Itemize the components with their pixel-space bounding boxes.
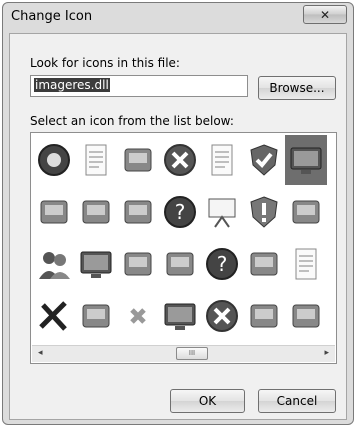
partial-computer-icon <box>329 193 337 231</box>
icon-grid: ?? <box>33 135 337 343</box>
picture-frame-icon[interactable] <box>159 239 201 289</box>
scanner-printer-icon[interactable] <box>75 187 117 237</box>
monitor-eclipse-icon <box>164 303 196 330</box>
control-panel-icon <box>40 200 68 224</box>
media-music-icon[interactable] <box>243 239 285 289</box>
file-path-value: imageres.dll <box>34 78 110 92</box>
projector-connection-icon[interactable] <box>117 135 159 185</box>
document-icon <box>85 144 107 176</box>
icon-row <box>33 291 337 343</box>
display-icon <box>80 251 112 278</box>
svg-text:?: ? <box>175 200 186 224</box>
network-services-icon[interactable] <box>285 187 327 237</box>
blank-page-icon <box>211 144 233 176</box>
computer-network-icon <box>250 304 278 328</box>
error-x-icon[interactable] <box>159 135 201 185</box>
users-group-icon <box>39 252 70 279</box>
monitor-screen-icon <box>290 147 322 174</box>
icon-row: ? <box>33 239 337 291</box>
check-x-mark-icon <box>39 301 67 331</box>
projector-connection-icon <box>124 148 152 172</box>
documents-icon[interactable] <box>285 239 327 289</box>
help-question-icon[interactable]: ? <box>159 187 201 237</box>
media-music-icon <box>250 252 278 276</box>
presentation-easel-icon[interactable] <box>201 187 243 237</box>
shield-warning-icon[interactable] <box>243 187 285 237</box>
partial-gear-icon[interactable] <box>327 135 337 185</box>
ok-button[interactable]: OK <box>170 389 245 413</box>
picture-frame-icon <box>166 252 194 276</box>
film-frame-icon <box>124 252 152 276</box>
documents-icon <box>295 248 317 280</box>
shield-x-icon <box>206 300 238 332</box>
computer-docs-icon <box>292 304 320 328</box>
file-path-input[interactable]: imageres.dll <box>30 75 248 97</box>
check-x-mark-icon[interactable] <box>33 291 75 341</box>
cancel-button[interactable]: Cancel <box>258 389 336 413</box>
scanner-icon <box>124 200 152 224</box>
display-icon[interactable] <box>75 239 117 289</box>
shield-question-icon: ? <box>206 248 238 280</box>
window-title: Change Icon <box>11 9 93 24</box>
shield-check-icon <box>250 144 278 176</box>
small-x-icon[interactable] <box>117 291 159 341</box>
close-button[interactable]: ✕ <box>303 5 347 24</box>
close-icon: ✕ <box>319 7 331 22</box>
shield-question-icon[interactable]: ? <box>201 239 243 289</box>
scroll-right-icon[interactable]: ▸ <box>324 348 329 358</box>
select-icon-label: Select an icon from the list below: <box>30 114 234 128</box>
horizontal-scrollbar[interactable]: ◂ III ▸ <box>32 345 335 362</box>
scroll-left-icon[interactable]: ◂ <box>38 348 43 358</box>
icon-row: ? <box>33 187 337 239</box>
error-x-icon <box>164 144 196 176</box>
network-services-icon <box>292 200 320 224</box>
partial-list-icon[interactable] <box>327 239 337 289</box>
shield-check-icon[interactable] <box>243 135 285 185</box>
change-icon-dialog: Change Icon ✕ Look for icons in this fil… <box>2 2 354 425</box>
users-group-icon[interactable] <box>33 239 75 289</box>
help-question-icon: ? <box>164 196 196 228</box>
media-center-icon <box>38 144 70 176</box>
film-frame-icon[interactable] <box>117 239 159 289</box>
media-center-icon[interactable] <box>33 135 75 185</box>
browse-button[interactable]: Browse... <box>258 76 336 100</box>
small-x-icon <box>130 308 146 324</box>
shield-x-icon[interactable] <box>201 291 243 341</box>
icon-row <box>33 135 337 187</box>
scanner-icon[interactable] <box>117 187 159 237</box>
blank-page-icon[interactable] <box>201 135 243 185</box>
monitor-eclipse-icon[interactable] <box>159 291 201 341</box>
partial-clock-icon <box>329 297 337 335</box>
svg-text:?: ? <box>217 252 228 276</box>
icon-list[interactable]: ?? ◂ III ▸ <box>30 132 337 364</box>
scroll-thumb[interactable]: III <box>176 347 208 360</box>
title-bar: Change Icon ✕ <box>3 3 353 33</box>
look-for-label: Look for icons in this file: <box>30 56 180 70</box>
partial-gear-icon <box>329 141 337 179</box>
pda-device-icon <box>82 304 110 328</box>
dialog-body: Look for icons in this file: imageres.dl… <box>9 33 347 420</box>
partial-list-icon <box>329 245 337 283</box>
shield-warning-icon <box>250 196 278 228</box>
computer-docs-icon[interactable] <box>285 291 327 341</box>
presentation-easel-icon <box>208 198 236 228</box>
monitor-screen-icon[interactable] <box>285 135 327 185</box>
computer-network-icon[interactable] <box>243 291 285 341</box>
control-panel-icon[interactable] <box>33 187 75 237</box>
pda-device-icon[interactable] <box>75 291 117 341</box>
scanner-printer-icon <box>82 200 110 224</box>
partial-computer-icon[interactable] <box>327 187 337 237</box>
document-icon[interactable] <box>75 135 117 185</box>
partial-clock-icon[interactable] <box>327 291 337 341</box>
